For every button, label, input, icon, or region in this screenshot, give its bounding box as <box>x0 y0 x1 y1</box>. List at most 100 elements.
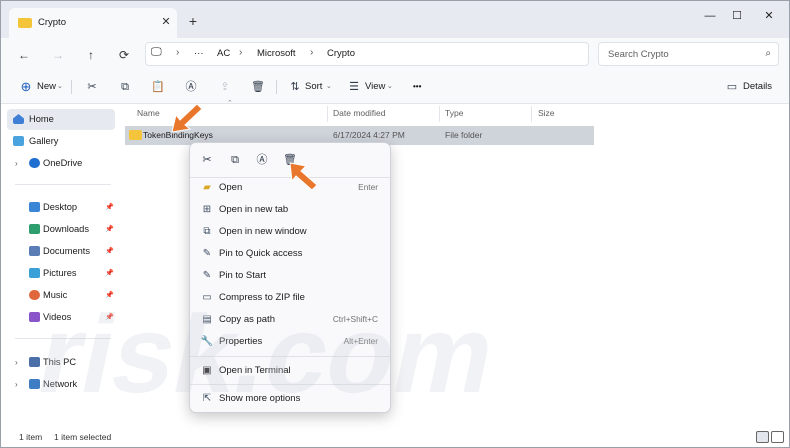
menu-item-show-more-options[interactable]: ⇱ Show more options <box>194 388 386 409</box>
chevron-right-icon[interactable]: › <box>15 153 18 174</box>
gallery-icon <box>13 136 24 146</box>
breadcrumb-more-icon[interactable]: ··· <box>194 48 204 59</box>
rename-icon[interactable]: Ⓐ <box>182 77 200 97</box>
selection-count: 1 item selected <box>54 432 112 442</box>
sidebar-item-label: Downloads <box>43 224 89 234</box>
column-divider[interactable] <box>439 106 440 122</box>
cloud-icon <box>29 158 40 168</box>
new-tab-button[interactable]: + <box>185 13 201 29</box>
sidebar-item-onedrive[interactable]: › OneDrive <box>7 153 115 174</box>
menu-item-compress-zip[interactable]: ▭ Compress to ZIP file <box>194 287 386 308</box>
sort-button[interactable]: Sort <box>305 77 322 97</box>
refresh-button[interactable]: ⟳ <box>114 45 134 65</box>
menu-item-properties[interactable]: 🔧 Properties Alt+Enter <box>194 331 386 352</box>
pin-icon[interactable]: 📌 <box>105 307 114 328</box>
chevron-right-icon[interactable]: › <box>15 374 18 395</box>
column-divider[interactable] <box>531 106 532 122</box>
sidebar-item-gallery[interactable]: Gallery <box>7 131 115 152</box>
breadcrumb[interactable]: 🖵 › ··· AC › Microsoft › Crypto <box>145 42 589 66</box>
menu-item-open-new-window[interactable]: ⧉ Open in new window <box>194 221 386 242</box>
breadcrumb-ac[interactable]: AC <box>217 48 230 59</box>
details-view-icon[interactable] <box>756 431 769 443</box>
column-divider[interactable] <box>327 106 328 122</box>
pin-icon[interactable]: 📌 <box>105 241 114 262</box>
tab-close-icon[interactable]: ✕ <box>159 15 173 29</box>
delete-icon[interactable]: 🗑 <box>249 77 267 97</box>
forward-button[interactable]: → <box>48 45 68 65</box>
pin-icon[interactable]: 📌 <box>105 263 114 284</box>
sidebar-item-label: Desktop <box>43 202 78 212</box>
pin-icon[interactable]: 📌 <box>105 219 114 240</box>
back-button[interactable]: ← <box>14 45 34 65</box>
breadcrumb-crypto[interactable]: Crypto <box>327 48 355 59</box>
video-icon <box>29 312 40 322</box>
pin-icon[interactable]: 📌 <box>105 197 114 218</box>
column-header-size[interactable]: Size <box>538 108 555 118</box>
sidebar-item-label: OneDrive <box>43 158 83 168</box>
new-window-icon: ⧉ <box>203 226 211 237</box>
details-pane-icon[interactable]: ▭ <box>723 77 741 97</box>
rename-icon[interactable]: Ⓐ <box>251 149 273 171</box>
sidebar-item-videos[interactable]: Videos 📌 <box>7 307 115 328</box>
maximize-button[interactable]: ☐ <box>726 8 748 24</box>
open-folder-icon: ▰ <box>203 182 211 193</box>
details-button[interactable]: Details <box>743 77 772 97</box>
menu-item-open-terminal[interactable]: ▣ Open in Terminal <box>194 360 386 381</box>
file-date: 6/17/2024 4:27 PM <box>333 130 405 140</box>
sort-icon[interactable]: ⇅ <box>286 77 304 97</box>
up-button[interactable]: ↑ <box>81 45 101 65</box>
column-header-type[interactable]: Type <box>445 108 463 118</box>
close-window-button[interactable]: ✕ <box>758 8 780 24</box>
chevron-right-icon[interactable]: › <box>15 352 18 373</box>
menu-item-pin-quick-access[interactable]: ✎ Pin to Quick access <box>194 243 386 264</box>
paste-icon[interactable]: 📋 <box>149 77 167 97</box>
cut-icon[interactable]: ✂ <box>83 77 101 97</box>
menu-item-label: Pin to Quick access <box>219 248 303 259</box>
sidebar-item-music[interactable]: Music 📌 <box>7 285 115 306</box>
view-button[interactable]: View <box>365 77 385 97</box>
view-icon[interactable]: ☰ <box>345 77 363 97</box>
tiles-view-icon[interactable] <box>771 431 784 443</box>
search-icon[interactable]: ⌕ <box>765 48 771 59</box>
pc-icon <box>29 357 40 367</box>
share-icon[interactable]: ⇪ <box>216 77 234 97</box>
sidebar-item-pictures[interactable]: Pictures 📌 <box>7 263 115 284</box>
search-input[interactable]: Search Crypto ⌕ <box>598 42 779 66</box>
new-tab-icon: ⊞ <box>202 204 212 215</box>
sidebar-item-this-pc[interactable]: › This PC <box>7 352 115 373</box>
menu-item-pin-start[interactable]: ✎ Pin to Start <box>194 265 386 286</box>
copy-icon[interactable]: ⧉ <box>224 149 246 171</box>
menu-item-label: Open in Terminal <box>219 365 291 376</box>
item-count: 1 item <box>19 432 43 442</box>
computer-icon[interactable]: 🖵 <box>151 46 162 59</box>
menu-item-label: Pin to Start <box>219 270 266 281</box>
chevron-down-icon: ⌄ <box>57 83 63 90</box>
copy-icon[interactable]: ⧉ <box>116 77 134 97</box>
sidebar-item-downloads[interactable]: Downloads 📌 <box>7 219 115 240</box>
picture-icon <box>29 268 40 278</box>
sidebar-item-label: Home <box>29 114 54 124</box>
pin-icon[interactable]: 📌 <box>105 285 114 306</box>
tab-crypto[interactable]: Crypto ✕ <box>9 8 177 38</box>
sidebar-item-documents[interactable]: Documents 📌 <box>7 241 115 262</box>
sidebar-item-network[interactable]: › Network <box>7 374 115 395</box>
column-header-name[interactable]: Name <box>137 108 160 118</box>
music-icon <box>29 290 40 300</box>
wrench-icon: 🔧 <box>200 336 214 347</box>
sidebar-item-desktop[interactable]: Desktop 📌 <box>7 197 115 218</box>
sidebar-item-home[interactable]: Home <box>7 109 115 130</box>
more-options-button[interactable]: ••• <box>413 77 421 97</box>
minimize-button[interactable]: — <box>699 8 721 24</box>
terminal-icon: ▣ <box>202 365 212 376</box>
annotation-arrow-icon <box>171 103 203 133</box>
cut-icon[interactable]: ✂ <box>196 149 218 171</box>
file-type: File folder <box>445 130 483 140</box>
new-icon[interactable]: ⊕ <box>17 77 35 97</box>
command-bar: ⊕ New ⌄ ✂ ⧉ 📋 Ⓐ ⇪ 🗑 ⇅ Sort ⌄ ☰ View ⌄ ••… <box>1 71 789 104</box>
menu-item-open-new-tab[interactable]: ⊞ Open in new tab <box>194 199 386 220</box>
menu-item-copy-path[interactable]: ▤ Copy as path Ctrl+Shift+C <box>194 309 386 330</box>
new-button[interactable]: New <box>37 77 56 97</box>
breadcrumb-microsoft[interactable]: Microsoft <box>257 48 296 59</box>
column-header-date[interactable]: Date modified <box>333 108 385 118</box>
sort-ascending-icon: ⌃ <box>227 100 233 107</box>
